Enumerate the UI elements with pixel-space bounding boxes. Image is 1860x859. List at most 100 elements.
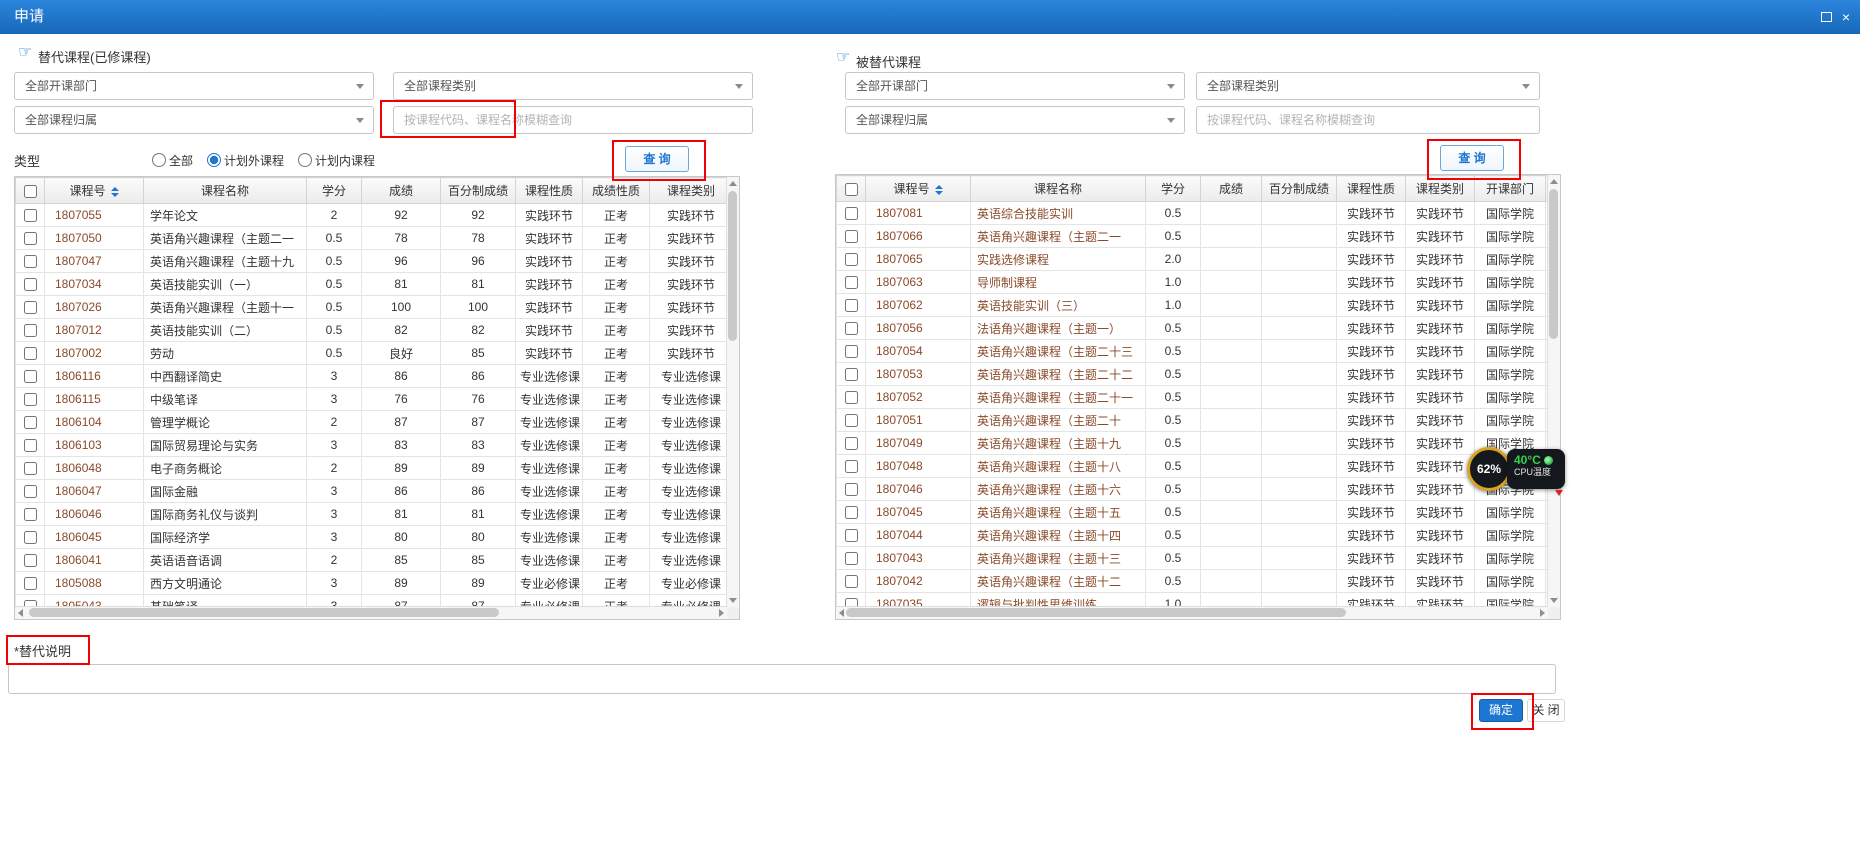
scroll-left-icon[interactable] bbox=[18, 609, 23, 617]
scroll-right-icon[interactable] bbox=[719, 609, 724, 617]
scrollbar-thumb[interactable] bbox=[1549, 189, 1558, 339]
scrollbar-thumb[interactable] bbox=[728, 191, 737, 341]
type-radio-option[interactable]: 计划外课程 bbox=[207, 152, 284, 169]
left-horizontal-scrollbar[interactable] bbox=[15, 606, 727, 619]
table-row[interactable]: 1807034英语技能实训（一）0.58181实践环节正考实践环节国际学院 bbox=[16, 273, 728, 296]
scroll-right-icon[interactable] bbox=[1540, 609, 1545, 617]
table-row[interactable]: 1807042英语角兴趣课程（主题十二0.5实践环节实践环节国际学院 bbox=[837, 570, 1549, 593]
row-checkbox[interactable] bbox=[24, 393, 37, 406]
scroll-down-icon[interactable] bbox=[1550, 598, 1558, 603]
table-row[interactable]: 1807053英语角兴趣课程（主题二十二0.5实践环节实践环节国际学院 bbox=[837, 363, 1549, 386]
row-checkbox[interactable] bbox=[24, 347, 37, 360]
table-row[interactable]: 1806103国际贸易理论与实务38383专业选修课正考专业选修课国际学院 bbox=[16, 434, 728, 457]
row-checkbox[interactable] bbox=[845, 230, 858, 243]
row-checkbox[interactable] bbox=[845, 483, 858, 496]
row-checkbox[interactable] bbox=[24, 554, 37, 567]
table-row[interactable]: 1807063导师制课程1.0实践环节实践环节国际学院 bbox=[837, 271, 1549, 294]
table-row[interactable]: 1807065实践选修课程2.0实践环节实践环节国际学院 bbox=[837, 248, 1549, 271]
row-checkbox[interactable] bbox=[845, 207, 858, 220]
table-row[interactable]: 1807044英语角兴趣课程（主题十四0.5实践环节实践环节国际学院 bbox=[837, 524, 1549, 547]
row-checkbox[interactable] bbox=[845, 529, 858, 542]
left-belong-select[interactable]: 全部课程归属 bbox=[14, 106, 374, 134]
scroll-left-icon[interactable] bbox=[839, 609, 844, 617]
table-row[interactable]: 1807055学年论文29292实践环节正考实践环节国际学院 bbox=[16, 204, 728, 227]
table-row[interactable]: 1807043英语角兴趣课程（主题十三0.5实践环节实践环节国际学院 bbox=[837, 547, 1549, 570]
table-row[interactable]: 1806046国际商务礼仪与谈判38181专业选修课正考专业选修课国际学院 bbox=[16, 503, 728, 526]
row-checkbox[interactable] bbox=[845, 414, 858, 427]
right-category-select[interactable]: 全部课程类别 bbox=[1196, 72, 1540, 100]
substitute-note-input[interactable] bbox=[8, 664, 1556, 694]
table-row[interactable]: 1807048英语角兴趣课程（主题十八0.5实践环节实践环节国际学院 bbox=[837, 455, 1549, 478]
row-checkbox[interactable] bbox=[24, 508, 37, 521]
table-row[interactable]: 1807062英语技能实训（三）1.0实践环节实践环节国际学院 bbox=[837, 294, 1549, 317]
right-vertical-scrollbar[interactable] bbox=[1547, 175, 1560, 607]
row-checkbox[interactable] bbox=[24, 301, 37, 314]
row-checkbox[interactable] bbox=[845, 253, 858, 266]
select-all-checkbox[interactable] bbox=[845, 183, 858, 196]
right-horizontal-scrollbar[interactable] bbox=[836, 606, 1548, 619]
window-close-button[interactable]: × bbox=[1842, 10, 1850, 24]
left-query-button[interactable]: 查 询 bbox=[625, 146, 689, 172]
table-row[interactable]: 1807054英语角兴趣课程（主题二十三0.5实践环节实践环节国际学院 bbox=[837, 340, 1549, 363]
left-dept-select[interactable]: 全部开课部门 bbox=[14, 72, 374, 100]
left-search-input[interactable] bbox=[393, 106, 753, 134]
right-search-input[interactable] bbox=[1196, 106, 1540, 134]
row-checkbox[interactable] bbox=[845, 391, 858, 404]
table-row[interactable]: 1807045英语角兴趣课程（主题十五0.5实践环节实践环节国际学院 bbox=[837, 501, 1549, 524]
table-row[interactable]: 1806115中级笔译37676专业选修课正考专业选修课国际学院 bbox=[16, 388, 728, 411]
row-checkbox[interactable] bbox=[24, 278, 37, 291]
table-row[interactable]: 1807046英语角兴趣课程（主题十六0.5实践环节实践环节国际学院 bbox=[837, 478, 1549, 501]
row-checkbox[interactable] bbox=[845, 460, 858, 473]
scroll-up-icon[interactable] bbox=[729, 181, 737, 186]
window-restore-button[interactable] bbox=[1821, 10, 1832, 24]
type-radio[interactable] bbox=[298, 153, 312, 167]
left-vertical-scrollbar[interactable] bbox=[726, 177, 739, 607]
row-checkbox[interactable] bbox=[24, 232, 37, 245]
table-row[interactable]: 1807066英语角兴趣课程（主题二一0.5实践环节实践环节国际学院 bbox=[837, 225, 1549, 248]
table-row[interactable]: 1807052英语角兴趣课程（主题二十一0.5实践环节实践环节国际学院 bbox=[837, 386, 1549, 409]
sort-icon[interactable] bbox=[935, 185, 943, 195]
scrollbar-thumb[interactable] bbox=[846, 608, 1346, 617]
table-row[interactable]: 1806048电子商务概论28989专业选修课正考专业选修课国际学院 bbox=[16, 457, 728, 480]
row-checkbox[interactable] bbox=[845, 345, 858, 358]
row-checkbox[interactable] bbox=[24, 531, 37, 544]
table-row[interactable]: 1806104管理学概论28787专业选修课正考专业选修课国际学院 bbox=[16, 411, 728, 434]
row-checkbox[interactable] bbox=[845, 276, 858, 289]
type-radio-option[interactable]: 全部 bbox=[152, 152, 193, 169]
row-checkbox[interactable] bbox=[24, 416, 37, 429]
table-row[interactable]: 1807047英语角兴趣课程（主题十九0.59696实践环节正考实践环节国际学院 bbox=[16, 250, 728, 273]
table-row[interactable]: 1806047国际金融38686专业选修课正考专业选修课国际学院 bbox=[16, 480, 728, 503]
row-checkbox[interactable] bbox=[845, 368, 858, 381]
table-row[interactable]: 1807081英语综合技能实训0.5实践环节实践环节国际学院 bbox=[837, 202, 1549, 225]
row-checkbox[interactable] bbox=[24, 462, 37, 475]
row-checkbox[interactable] bbox=[845, 437, 858, 450]
row-checkbox[interactable] bbox=[24, 577, 37, 590]
table-row[interactable]: 1806045国际经济学38080专业选修课正考专业选修课国际学院 bbox=[16, 526, 728, 549]
row-checkbox[interactable] bbox=[24, 485, 37, 498]
table-row[interactable]: 1807056法语角兴趣课程（主题一）0.5实践环节实践环节国际学院 bbox=[837, 317, 1549, 340]
right-dept-select[interactable]: 全部开课部门 bbox=[845, 72, 1185, 100]
table-row[interactable]: 1806116中西翻译简史38686专业选修课正考专业选修课国际学院 bbox=[16, 365, 728, 388]
scroll-up-icon[interactable] bbox=[1550, 179, 1558, 184]
table-row[interactable]: 1807012英语技能实训（二）0.58282实践环节正考实践环节国际学院 bbox=[16, 319, 728, 342]
table-row[interactable]: 1807035逻辑与批判性思维训练1.0实践环节实践环节国际学院 bbox=[837, 593, 1549, 608]
sort-icon[interactable] bbox=[111, 187, 119, 197]
row-checkbox[interactable] bbox=[24, 255, 37, 268]
close-button[interactable]: 关 闭 bbox=[1527, 699, 1565, 722]
right-belong-select[interactable]: 全部课程归属 bbox=[845, 106, 1185, 134]
column-header[interactable]: 课程号 bbox=[45, 178, 144, 204]
row-checkbox[interactable] bbox=[845, 552, 858, 565]
table-row[interactable]: 1807026英语角兴趣课程（主题十一0.5100100实践环节正考实践环节国际… bbox=[16, 296, 728, 319]
row-checkbox[interactable] bbox=[845, 506, 858, 519]
type-radio[interactable] bbox=[152, 153, 166, 167]
scroll-down-icon[interactable] bbox=[729, 598, 737, 603]
table-row[interactable]: 1807002劳动0.5良好85实践环节正考实践环节国际学院 bbox=[16, 342, 728, 365]
type-radio[interactable] bbox=[207, 153, 221, 167]
table-row[interactable]: 1806041英语语音语调28585专业选修课正考专业选修课国际学院 bbox=[16, 549, 728, 572]
select-all-checkbox[interactable] bbox=[24, 185, 37, 198]
column-header[interactable]: 课程号 bbox=[866, 176, 971, 202]
row-checkbox[interactable] bbox=[24, 324, 37, 337]
scrollbar-thumb[interactable] bbox=[29, 608, 499, 617]
confirm-button[interactable]: 确定 bbox=[1479, 699, 1523, 722]
table-row[interactable]: 1807049英语角兴趣课程（主题十九0.5实践环节实践环节国际学院 bbox=[837, 432, 1549, 455]
